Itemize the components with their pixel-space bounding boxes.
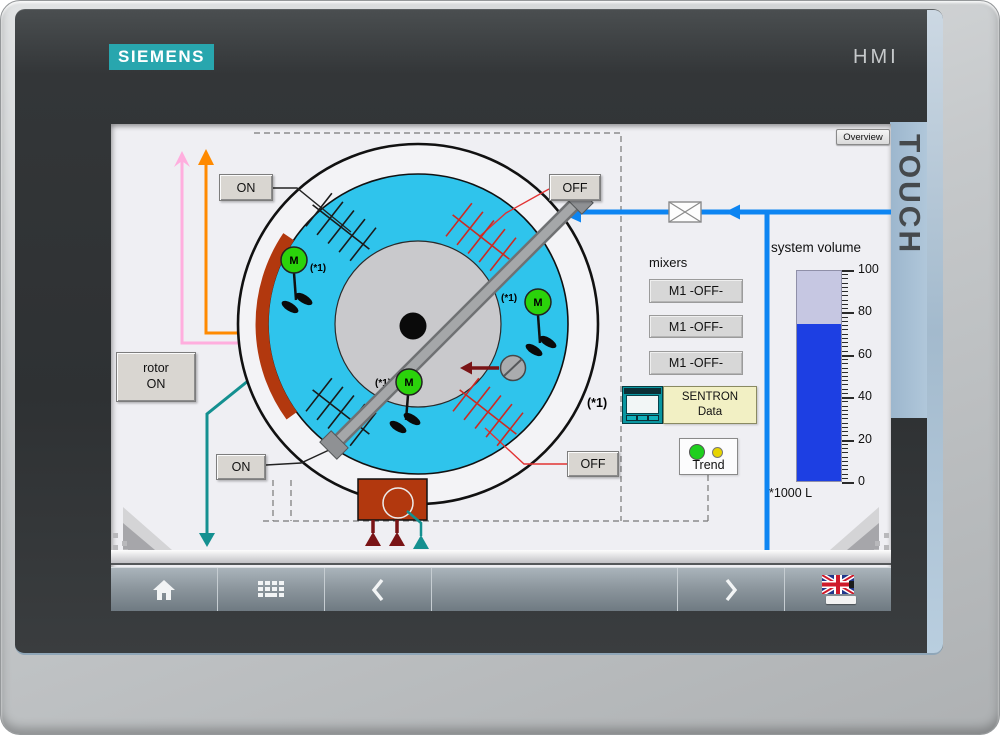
svg-text:M: M (289, 255, 298, 267)
keyboard-icon (258, 581, 284, 599)
off-button-bottom[interactable]: OFF (567, 451, 619, 477)
off-button-top[interactable]: OFF (549, 174, 601, 201)
hmi-screen: (*1) M (*1) (111, 124, 891, 611)
mixer-2-button[interactable]: M1 -OFF- (649, 315, 743, 338)
touch-strip: TOUCH (890, 122, 927, 418)
svg-text:M: M (533, 297, 542, 309)
nav-keyboard-button[interactable] (218, 568, 325, 611)
bezel-edge-strip (927, 10, 943, 653)
on-button-top[interactable]: ON (219, 174, 273, 201)
trend-button[interactable]: Trend (679, 438, 738, 475)
gauge-unit-label: *1000 L (769, 486, 812, 500)
mixer-3-button[interactable]: M1 -OFF- (649, 351, 743, 375)
nav-next-button[interactable] (678, 568, 785, 611)
flow-arrow-icon (725, 205, 740, 220)
outlet-arrow-icon (413, 535, 429, 549)
gauge-tick-marks (842, 270, 856, 484)
overview-button[interactable]: Overview (836, 129, 890, 145)
page-curl-right[interactable] (830, 507, 889, 550)
gauge-tick-labels: 100806040200 (858, 270, 892, 482)
outlet-arrow-icon (389, 532, 405, 546)
svg-text:M: M (404, 377, 413, 389)
chevron-left-icon (371, 578, 385, 602)
page-curl-left[interactable] (113, 507, 172, 550)
gauge-fill (797, 324, 841, 482)
rotor-on-button[interactable]: rotor ON (116, 352, 196, 402)
bezel: SIEMENS HMI TOUCH (15, 9, 943, 655)
screen-bottom-strip (111, 550, 891, 565)
rotor-button-line1: rotor (143, 361, 169, 377)
rotor-button-line2: ON (147, 377, 166, 393)
annotation-star1: (*1) (501, 293, 517, 304)
sentron-data-button[interactable]: SENTRON Data (663, 386, 757, 424)
chevron-right-icon (724, 578, 738, 602)
home-icon (152, 579, 176, 601)
mixer-1-button[interactable]: M1 -OFF- (649, 279, 743, 303)
trend-button-label: Trend (680, 458, 737, 472)
sentron-line2: Data (698, 405, 722, 420)
annotation-star1: (*1) (310, 263, 326, 274)
hmi-model-label: HMI (853, 46, 899, 69)
center-hub (400, 313, 427, 340)
yellow-led-icon (712, 447, 723, 458)
annotation-star1-sentron: (*1) (587, 396, 607, 410)
language-switch-button[interactable] (785, 568, 890, 611)
touch-label: TOUCH (892, 122, 926, 418)
valve-icon (669, 202, 701, 222)
uk-flag-icon (822, 575, 854, 594)
hmi-panel-device: SIEMENS HMI TOUCH (0, 0, 1000, 735)
arrow-down-icon (199, 533, 215, 547)
sentron-line1: SENTRON (682, 390, 738, 405)
system-volume-gauge: system volume 100806040200 *1000 L (761, 234, 891, 509)
on-button-bottom[interactable]: ON (216, 454, 266, 480)
mixers-section-label: mixers (649, 255, 687, 270)
gauge-bar (796, 270, 842, 482)
nav-home-button[interactable] (111, 568, 218, 611)
language-label-plate (826, 596, 856, 604)
gauge-title: system volume (771, 240, 861, 255)
sentron-meter-icon (622, 386, 663, 424)
siemens-logo: SIEMENS (109, 44, 214, 70)
nav-previous-button[interactable] (325, 568, 432, 611)
navigation-toolbar (111, 567, 891, 611)
outlet-box (358, 479, 429, 549)
outlet-arrow-icon (365, 532, 381, 546)
nav-spacer-button[interactable] (432, 568, 678, 611)
arrow-up-icon (198, 149, 214, 165)
